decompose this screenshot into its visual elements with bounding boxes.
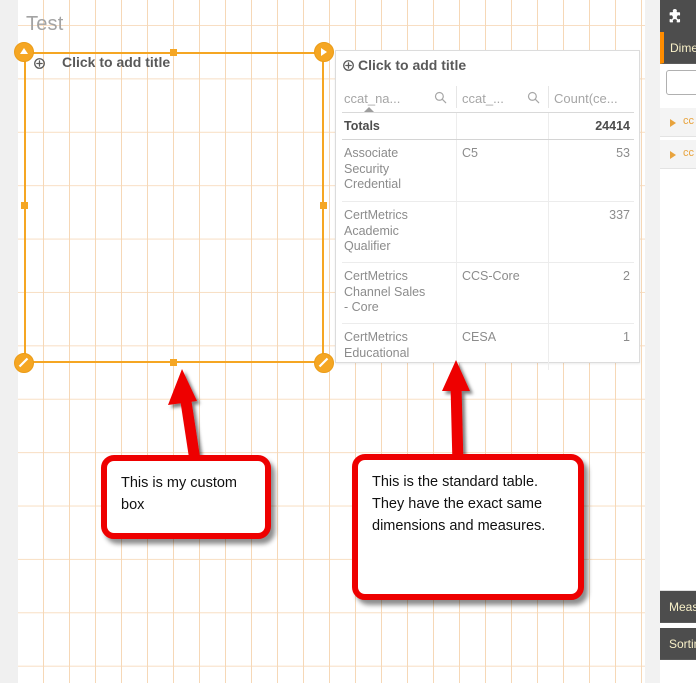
cell-divider [456, 263, 457, 323]
table-object-title[interactable]: Click to add title [358, 57, 466, 73]
cell-dim1[interactable]: CertMetrics Academic Qualifier [344, 208, 430, 255]
panel-section-label: Sorting [669, 637, 696, 651]
resize-handle-top-left[interactable] [14, 42, 34, 62]
list-item-label: cc [683, 147, 694, 159]
search-icon[interactable] [434, 91, 447, 104]
cell-divider [548, 202, 549, 262]
cell-measure[interactable]: 1 [623, 330, 630, 344]
page-title: Test [26, 13, 64, 35]
table-row[interactable]: CertMetrics Channel Sales - Core CCS-Cor… [342, 263, 634, 324]
property-panel-toolbar [660, 0, 696, 32]
table-header-row: ccat_na... ccat_... Count(ce... [342, 83, 634, 113]
cell-divider [548, 140, 549, 201]
table-header-cell-measure[interactable]: Count(ce... [554, 83, 640, 113]
triangle-right-icon[interactable] [670, 119, 676, 127]
cell-dim2[interactable]: CCS-Core [462, 269, 542, 283]
cell-measure[interactable]: 337 [609, 208, 630, 222]
property-panel[interactable]: Dimensions cc cc Measures Sorting [660, 0, 696, 683]
resize-handle-right[interactable] [320, 202, 327, 209]
custom-object[interactable]: Click to add title [14, 42, 334, 373]
header-divider [548, 86, 549, 108]
puzzle-piece-icon[interactable] [668, 7, 686, 25]
resize-handle-left[interactable] [21, 202, 28, 209]
panel-section-measures[interactable]: Measures [660, 591, 696, 623]
search-icon[interactable] [527, 91, 540, 104]
dimension-search-input[interactable] [666, 70, 696, 95]
cell-divider [548, 263, 549, 323]
cell-measure[interactable]: 53 [616, 146, 630, 160]
custom-object-title[interactable]: Click to add title [62, 54, 170, 70]
annotation-text: This is the standard table. They have th… [372, 474, 546, 534]
totals-value: 24414 [595, 119, 630, 133]
annotation-callout-table: This is the standard table. They have th… [352, 454, 584, 600]
table-row[interactable]: Associate Security Credential C5 53 [342, 140, 634, 202]
panel-section-sorting[interactable]: Sorting [660, 628, 696, 660]
table-header-cell-dim1[interactable]: ccat_na... [344, 83, 434, 113]
panel-gap [645, 0, 660, 683]
plus-circle-icon [343, 60, 354, 71]
cell-dim1[interactable]: CertMetrics Channel Sales - Core [344, 269, 430, 316]
cell-dim1[interactable]: Associate Security Credential [344, 146, 430, 193]
plus-circle-icon [34, 58, 45, 69]
annotation-text: This is my custom box [121, 475, 238, 513]
cell-measure[interactable]: 2 [623, 269, 630, 283]
dimensions-section-body: cc cc [660, 64, 696, 591]
resize-handle-top-right[interactable] [314, 42, 334, 62]
cell-divider [548, 113, 549, 139]
table-row[interactable]: CertMetrics Academic Qualifier 337 [342, 202, 634, 263]
left-gutter [0, 0, 18, 683]
cell-divider [456, 202, 457, 262]
cell-divider [456, 113, 457, 139]
custom-object-frame [24, 52, 324, 363]
table-object[interactable]: Click to add title ccat_na... ccat_... C… [335, 50, 640, 370]
totals-label: Totals [344, 119, 380, 133]
panel-section-label: Measures [669, 600, 696, 614]
table-header-cell-dim2[interactable]: ccat_... [462, 83, 522, 113]
cell-divider [456, 140, 457, 201]
cell-dim2[interactable]: CESA [462, 330, 542, 344]
list-item[interactable]: cc [660, 107, 696, 137]
triangle-right-icon[interactable] [670, 151, 676, 159]
app-root: Test Click to add title Click to add tit… [0, 0, 696, 683]
sort-ascending-icon [364, 107, 374, 112]
panel-section-dimensions[interactable]: Dimensions [660, 32, 696, 64]
cell-dim2[interactable]: C5 [462, 146, 542, 160]
annotation-callout-custom: This is my custom box [101, 455, 271, 539]
header-divider [456, 86, 457, 108]
panel-section-label: Dimensions [670, 41, 696, 55]
list-item-label: cc [683, 115, 694, 127]
data-table: ccat_na... ccat_... Count(ce... Totals 2… [342, 83, 634, 370]
list-item[interactable]: cc [660, 139, 696, 169]
resize-handle-top[interactable] [170, 49, 177, 56]
table-totals-row: Totals 24414 [342, 113, 634, 140]
